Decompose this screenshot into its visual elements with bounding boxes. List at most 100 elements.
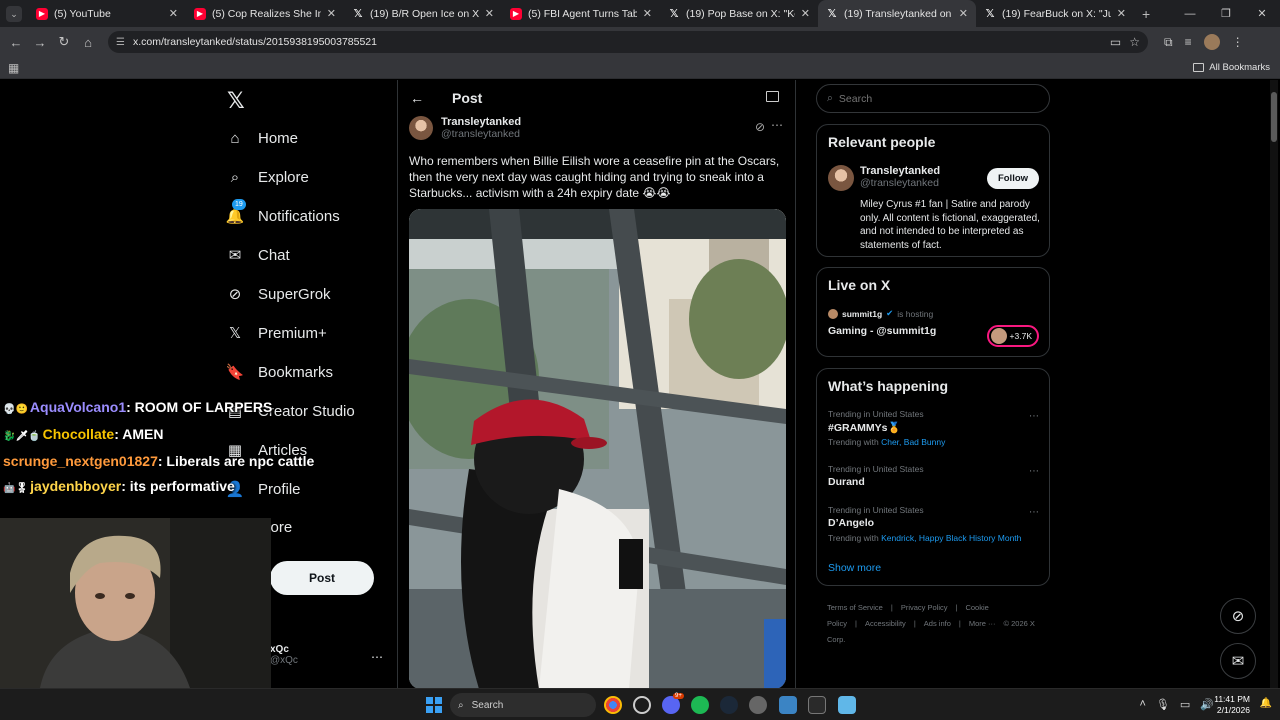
- minimize-button[interactable]: —: [1172, 8, 1208, 20]
- browser-menu-icon[interactable]: ⋮: [1232, 35, 1244, 49]
- nav-item-bookmarks[interactable]: 🔖 Bookmarks: [226, 363, 333, 382]
- back-arrow-icon[interactable]: ←: [410, 90, 424, 106]
- author-avatar[interactable]: [409, 116, 433, 140]
- x-icon: 𝕏: [353, 8, 363, 20]
- microphone-icon[interactable]: 🎙: [1156, 698, 1170, 711]
- scrollbar-thumb[interactable]: [1271, 92, 1277, 142]
- obs-taskbar-icon[interactable]: [633, 696, 651, 714]
- cast-icon[interactable]: ▭: [1110, 35, 1121, 49]
- author-name[interactable]: Transleytanked: [441, 116, 521, 128]
- messages-fab-button[interactable]: ✉: [1220, 643, 1256, 679]
- profile-avatar-button[interactable]: [1203, 34, 1220, 50]
- bookmark-star-icon[interactable]: ☆: [1129, 35, 1140, 49]
- account-more-icon[interactable]: ⋯: [371, 650, 383, 664]
- footer-separator: |: [955, 603, 958, 612]
- tab-close-icon[interactable]: ✕: [485, 7, 494, 20]
- close-window-button[interactable]: ✕: [1244, 7, 1280, 20]
- tab-close-icon[interactable]: ✕: [169, 7, 178, 20]
- photos-taskbar-icon[interactable]: [779, 696, 797, 714]
- new-tab-button[interactable]: +: [1142, 6, 1150, 22]
- browser-tab[interactable]: ▶ (5) Cop Realizes She Instantly E ✕: [186, 0, 344, 27]
- trend-more-icon[interactable]: ⋯: [1029, 466, 1039, 477]
- nav-item-explore[interactable]: ⌕ Explore: [226, 168, 309, 186]
- settings-taskbar-icon[interactable]: [749, 696, 767, 714]
- spotify-taskbar-icon[interactable]: [691, 696, 709, 714]
- tab-close-icon[interactable]: ✕: [801, 7, 810, 20]
- trending-with-links[interactable]: Kendrick, Happy Black History Month: [881, 533, 1021, 543]
- epic-games-taskbar-icon[interactable]: [808, 696, 826, 714]
- forward-button[interactable]: →: [28, 35, 52, 50]
- browser-tab[interactable]: 𝕏 (19) B/R Open Ice on X: "WE H ✕: [344, 0, 502, 27]
- apps-grid-icon[interactable]: ▦: [8, 61, 19, 75]
- tab-close-icon[interactable]: ✕: [959, 7, 968, 20]
- browser-tab[interactable]: 𝕏 (19) Transleytanked on X: "Whe ✕: [818, 0, 976, 27]
- nav-item-label: Chat: [258, 246, 290, 264]
- volume-icon[interactable]: 🔊: [1200, 698, 1214, 711]
- person-info[interactable]: Transleytanked @transleytanked: [860, 165, 940, 189]
- reader-mode-icon[interactable]: [766, 91, 779, 102]
- account-switcher[interactable]: xQc @xQc: [270, 644, 298, 666]
- person-avatar[interactable]: [828, 165, 854, 191]
- taskbar-clock[interactable]: 11:41 PM 2/1/2026: [1214, 694, 1250, 716]
- author-handle[interactable]: @transleytanked: [441, 128, 521, 140]
- browser-tab[interactable]: 𝕏 (19) Pop Base on X: "Kendrick L ✕: [660, 0, 818, 27]
- post-more-icon[interactable]: ⋯: [771, 118, 783, 132]
- site-info-icon[interactable]: ☰: [116, 37, 125, 48]
- browser-tab[interactable]: ▶ (5) YouTube ✕: [28, 0, 186, 27]
- reading-list-icon[interactable]: ≡: [1185, 35, 1192, 49]
- youtube-icon: ▶: [36, 7, 48, 20]
- footer-link[interactable]: Terms of Service: [827, 603, 883, 612]
- nav-item-chat[interactable]: ✉ Chat: [226, 246, 290, 265]
- footer-link[interactable]: Ads info: [924, 619, 951, 628]
- nav-item-premium[interactable]: 𝕏 Premium+: [226, 324, 327, 343]
- live-on-x-card[interactable]: Live on X summit1g ✔ is hosting Gaming -…: [816, 267, 1050, 357]
- tab-title: (19) Pop Base on X: "Kendrick L: [686, 7, 795, 20]
- notification-bell-icon[interactable]: 🔔: [1260, 698, 1272, 709]
- network-icon[interactable]: ▭: [1180, 698, 1190, 711]
- post-compose-button[interactable]: Post: [270, 561, 374, 595]
- nav-item-notifications[interactable]: 🔔 19 Notifications: [226, 199, 340, 225]
- all-bookmarks-button[interactable]: All Bookmarks: [1193, 62, 1270, 73]
- live-viewers-pill[interactable]: +3.7K: [986, 325, 1039, 347]
- footer-link[interactable]: Privacy Policy: [901, 603, 948, 612]
- nav-item-supergrok[interactable]: ⊘ SuperGrok: [226, 285, 331, 304]
- search-input[interactable]: [838, 92, 1019, 105]
- nav-item-home[interactable]: ⌂ Home: [226, 129, 298, 147]
- post-image[interactable]: [409, 209, 786, 688]
- follow-button[interactable]: Follow: [987, 168, 1039, 189]
- tab-close-icon[interactable]: ✕: [643, 7, 652, 20]
- trending-with-links[interactable]: Cher, Bad Bunny: [881, 437, 945, 447]
- show-more-link[interactable]: Show more: [828, 562, 881, 574]
- browser-tab[interactable]: ▶ (5) FBI Agent Turns Tables on D ✕: [502, 0, 660, 27]
- tab-close-icon[interactable]: ✕: [327, 7, 336, 20]
- extensions-icon[interactable]: ⧉: [1164, 35, 1173, 50]
- person-name[interactable]: Transleytanked: [860, 165, 940, 177]
- mail-icon: ✉: [1231, 653, 1245, 670]
- steam-taskbar-icon[interactable]: [720, 696, 738, 714]
- address-bar[interactable]: ☰ x.com/transleytanked/status/2015938195…: [108, 31, 1148, 53]
- grok-icon[interactable]: ⊘: [755, 120, 765, 134]
- post-author[interactable]: Transleytanked @transleytanked: [409, 116, 521, 140]
- chrome-taskbar-icon[interactable]: [604, 696, 622, 714]
- start-button[interactable]: [426, 697, 442, 713]
- trend-more-icon[interactable]: ⋯: [1029, 507, 1039, 518]
- footer-link[interactable]: Accessibility: [865, 619, 906, 628]
- browser-tab[interactable]: 𝕏 (19) FearBuck on X: "Justin Bieb ✕: [976, 0, 1134, 27]
- maximize-button[interactable]: ❐: [1208, 7, 1244, 20]
- home-button[interactable]: ⌂: [76, 35, 100, 50]
- search-box[interactable]: ⌕: [816, 84, 1050, 113]
- reload-button[interactable]: ↻: [52, 34, 76, 50]
- x-logo-icon[interactable]: 𝕏: [227, 88, 245, 114]
- grok-fab-button[interactable]: ⊘: [1220, 598, 1256, 634]
- trend-more-icon[interactable]: ⋯: [1029, 411, 1039, 422]
- notepad-taskbar-icon[interactable]: [838, 696, 856, 714]
- page-scrollbar[interactable]: [1270, 80, 1278, 688]
- person-handle[interactable]: @transleytanked: [860, 177, 940, 189]
- whats-happening-card: What’s happening Trending in United Stat…: [816, 368, 1050, 586]
- taskbar-search[interactable]: ⌕ Search: [450, 693, 596, 717]
- tab-search-button[interactable]: ⌄: [6, 5, 22, 22]
- tab-close-icon[interactable]: ✕: [1117, 7, 1126, 20]
- footer-link[interactable]: More ···: [969, 619, 996, 628]
- tray-overflow-icon[interactable]: ˄: [1139, 698, 1145, 711]
- back-button[interactable]: ←: [4, 35, 28, 50]
